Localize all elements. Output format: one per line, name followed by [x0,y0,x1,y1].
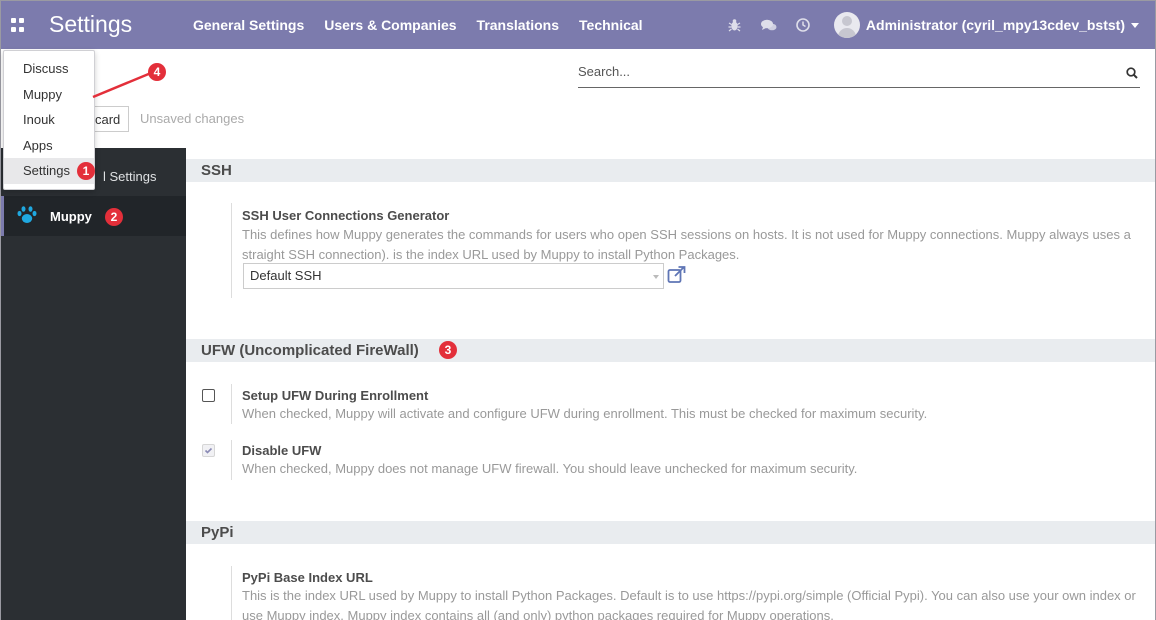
main-menu: General Settings Users & Companies Trans… [183,1,653,49]
pypi-setting-description: This is the index URL used by Muppy to i… [242,588,1136,620]
sidebar-item-label: Muppy [50,208,92,224]
paw-icon [16,205,38,228]
check-icon [204,447,213,454]
pypi-setting-title: PyPi Base Index URL [242,570,373,585]
annotation-badge-1: 1 [77,162,95,180]
dropdown-item-discuss[interactable]: Discuss [4,56,94,82]
search-icon[interactable] [1126,66,1138,84]
app-brand[interactable]: Settings [49,11,132,38]
dropdown-item-apps[interactable]: Apps [4,133,94,159]
section-header-ssh: SSH [186,159,1155,182]
ssh-setting-title: SSH User Connections Generator [242,208,450,223]
chevron-down-icon[interactable] [1131,22,1139,28]
chevron-down-icon [653,275,659,279]
annotation-badge-4: 4 [148,63,166,81]
setup-ufw-description: When checked, Muppy will activate and co… [242,406,928,421]
bug-icon[interactable] [718,18,752,32]
setup-ufw-checkbox[interactable] [202,389,215,402]
menu-users-companies[interactable]: Users & Companies [314,17,466,33]
settings-content[interactable]: SSH SSH User Connections Generator This … [186,148,1155,620]
sidebar-item-label: l Settings [103,168,157,184]
menu-technical[interactable]: Technical [569,17,653,33]
chat-icon[interactable] [752,19,786,32]
disable-ufw-checkbox[interactable] [202,444,215,457]
divider [231,440,232,480]
section-header-ufw: UFW (Uncomplicated FireWall) [186,339,1155,362]
menu-general-settings[interactable]: General Settings [183,17,314,33]
search-input[interactable] [578,64,1108,79]
divider [231,566,232,620]
disable-ufw-title: Disable UFW [242,443,322,458]
select-value: Default SSH [250,268,322,283]
unsaved-changes-label: Unsaved changes [140,111,245,126]
section-header-label: UFW (Uncomplicated FireWall) [201,342,419,359]
disable-ufw-description: When checked, Muppy does not manage UFW … [242,461,858,476]
annotation-badge-2: 2 [105,208,123,226]
annotation-badge-3: 3 [439,341,457,359]
dropdown-item-muppy[interactable]: Muppy [4,82,94,108]
sidebar-item-muppy[interactable]: Muppy [1,196,186,236]
ssh-setting-description: This defines how Muppy generates the com… [242,227,1131,262]
apps-menu-icon[interactable] [11,18,25,32]
ssh-generator-select[interactable]: Default SSH [243,263,664,289]
user-avatar[interactable] [833,12,860,38]
user-menu-name[interactable]: Administrator (cyril_mpy13cdev_bstst) [866,17,1125,33]
setup-ufw-title: Setup UFW During Enrollment [242,388,429,403]
top-navbar: Settings General Settings Users & Compan… [1,1,1155,49]
clock-icon[interactable] [786,18,820,32]
settings-sidebar: l Settings Muppy [1,148,186,620]
divider [231,384,232,424]
search-bar [578,61,1140,88]
divider [231,203,232,298]
systray: Administrator (cyril_mpy13cdev_bstst) [718,1,1155,49]
section-header-pypi: PyPi [186,521,1155,544]
external-link-icon[interactable] [667,266,687,289]
dropdown-item-inouk[interactable]: Inouk [4,107,94,133]
menu-translations[interactable]: Translations [467,17,569,33]
